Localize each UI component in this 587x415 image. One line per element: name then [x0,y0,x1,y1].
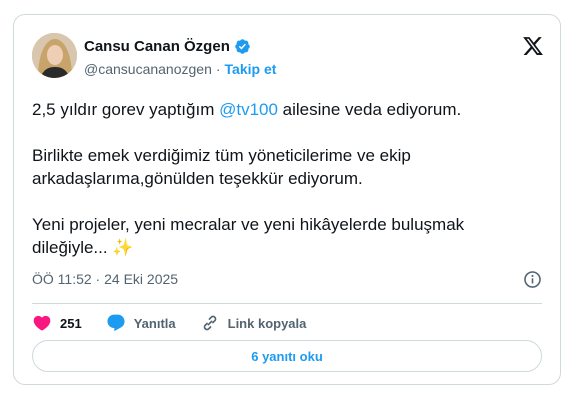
tweet-text: 2,5 yıldır gorev yaptığım [32,100,220,119]
author-name[interactable]: Cansu Canan Özgen [84,38,230,55]
divider [32,303,542,304]
reply-bubble-icon [107,314,125,332]
read-replies-button[interactable]: 6 yanıtı oku [32,340,542,372]
like-count: 251 [60,315,82,331]
follow-button[interactable]: Takip et [225,61,277,77]
link-icon [203,315,216,331]
action-bar: 251 Yanıtla Link kopyala [32,313,330,333]
mention-link[interactable]: @tv100 [219,100,278,119]
reply-label: Yanıtla [133,315,176,331]
tweet-paragraph-1: 2,5 yıldır gorev yaptığım @tv100 ailesin… [32,98,542,121]
tweet-text: ailesine veda ediyorum. [277,100,462,119]
verified-badge-icon [235,39,250,54]
copy-link-label: Link kopyala [227,315,307,331]
timestamp[interactable]: ÖÖ 11:52 · 24 Eki 2025 [32,271,178,287]
tweet-card: Cansu Canan Özgen @cansucananozgen · Tak… [13,14,561,385]
copy-link-button[interactable]: Link kopyala [200,313,307,333]
tweet-body: 2,5 yıldır gorev yaptığım @tv100 ailesin… [32,98,542,282]
reply-button[interactable]: Yanıtla [106,313,176,333]
like-button[interactable]: 251 [32,313,82,333]
tweet-paragraph-3: Yeni projeler, yeni mecralar ve yeni hik… [32,215,465,257]
info-icon[interactable] [523,270,542,289]
avatar[interactable] [32,33,77,78]
separator-dot: · [215,61,221,77]
x-logo-icon[interactable] [522,35,544,57]
heart-icon [33,315,51,331]
tweet-paragraph-2: Birlikte emek verdiğimiz tüm yöneticiler… [32,146,411,188]
author-handle[interactable]: @cansucananozgen [84,61,212,77]
